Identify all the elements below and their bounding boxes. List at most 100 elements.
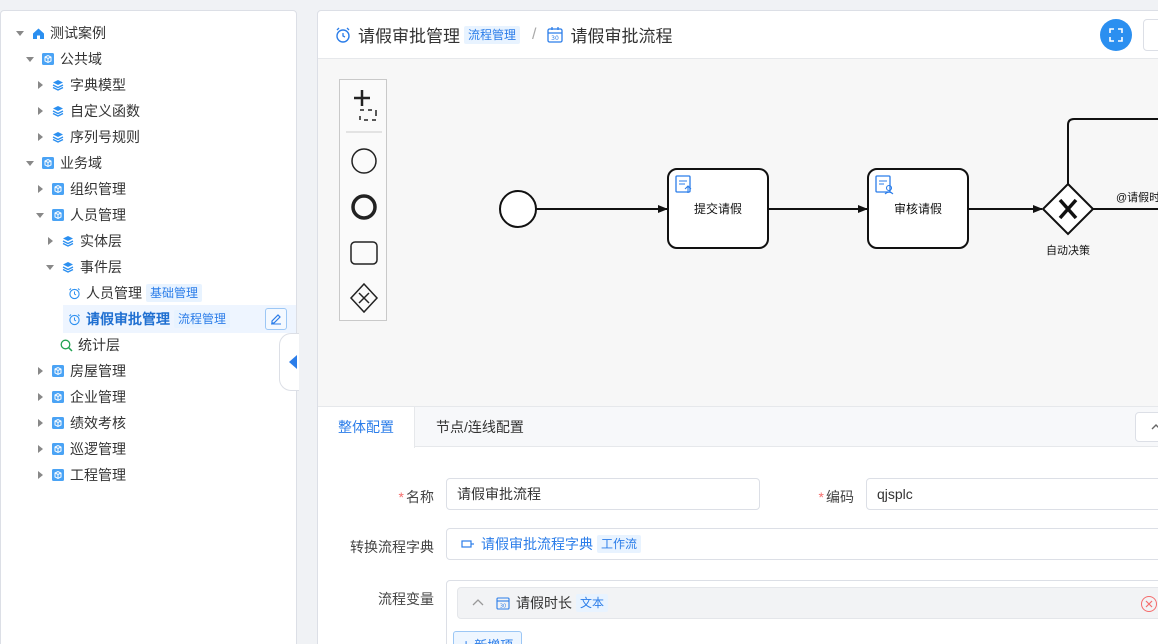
caret-down-icon[interactable]	[35, 210, 45, 220]
tree-item[interactable]: 人员管理 基础管理	[67, 280, 203, 306]
tree-item-label: 绩效考核	[70, 415, 126, 431]
start-event[interactable]	[499, 190, 537, 228]
cube-icon	[51, 416, 65, 430]
bpmn-canvas[interactable]: 提交请假 审核请假 自动决策 @请假时	[318, 59, 1158, 406]
caret-right-icon[interactable]	[35, 366, 45, 376]
caret-right-icon[interactable]	[35, 392, 45, 402]
caret-right-icon[interactable]	[35, 132, 45, 142]
cube-icon	[51, 182, 65, 196]
calendar-icon: 30	[547, 26, 564, 43]
tree-item[interactable]: 请假审批管理 流程管理	[67, 306, 231, 332]
collapse-panel-button[interactable]	[1135, 412, 1158, 442]
flow-condition-label: @请假时	[1116, 190, 1158, 204]
config-panel: 整体配置 节点/连线配置 *名称 *编码 转换流程字典 请假审批流程字典 工作流…	[318, 406, 1158, 644]
collapse-left-icon	[288, 355, 297, 369]
tree-item[interactable]: 工程管理	[35, 462, 126, 488]
edit-button[interactable]	[265, 308, 287, 330]
caret-right-icon[interactable]	[35, 444, 45, 454]
tree-item-label: 实体层	[80, 233, 122, 249]
exclusive-gateway[interactable]	[1041, 182, 1095, 236]
alarm-clock-icon	[336, 27, 350, 43]
dict-field[interactable]: 请假审批流程字典 工作流	[446, 528, 1158, 560]
tree-item-label: 房屋管理	[70, 363, 126, 379]
svg-text:30: 30	[500, 604, 506, 610]
tree-item[interactable]: 公共域	[25, 46, 102, 72]
tree-item-label: 工程管理	[70, 467, 126, 483]
cube-icon	[51, 364, 65, 378]
breadcrumb: 请假审批管理 流程管理 / 30 请假审批流程	[318, 11, 1158, 59]
header-action-button[interactable]	[1143, 19, 1158, 51]
tree-item[interactable]: 组织管理	[35, 176, 126, 202]
plus-icon: +	[462, 636, 471, 644]
caret-down-icon[interactable]	[15, 28, 25, 38]
search-chart-icon	[59, 338, 73, 352]
tree-item[interactable]: 字典模型	[35, 72, 126, 98]
sequence-flow-upper	[1067, 118, 1158, 184]
sidebar-collapse-handle[interactable]	[279, 333, 299, 391]
tree-item[interactable]: 事件层	[45, 254, 122, 280]
dict-link[interactable]: 请假审批流程字典	[481, 534, 593, 554]
name-input[interactable]	[446, 478, 760, 510]
name-label: * 名称	[398, 489, 434, 505]
tree-item-label: 人员管理	[70, 207, 126, 223]
tree-item-label: 企业管理	[70, 389, 126, 405]
cube-icon	[51, 468, 65, 482]
svg-text:30: 30	[552, 35, 560, 42]
code-label: * 编码	[818, 489, 854, 505]
remove-variable-icon[interactable]	[1141, 596, 1157, 612]
task-submit-leave[interactable]: 提交请假	[667, 168, 769, 249]
caret-right-icon[interactable]	[45, 236, 55, 246]
tree-item-label: 测试案例	[50, 25, 106, 41]
tree-item[interactable]: 测试案例	[15, 20, 106, 46]
variable-type-tag: 文本	[576, 594, 609, 612]
tree-item[interactable]: 房屋管理	[35, 358, 126, 384]
tree-item[interactable]: 巡逻管理	[35, 436, 126, 462]
tree-item[interactable]: 实体层	[45, 228, 122, 254]
layers-icon	[51, 104, 65, 118]
cube-icon	[41, 156, 55, 170]
project-tree-panel: 测试案例 公共域 字典模型 自定义函数 序列号规则 业务域 组织管理 人员管理 实体层 事件层 人员…	[0, 10, 297, 644]
caret-right-icon[interactable]	[35, 80, 45, 90]
title-tag: 流程管理	[464, 25, 521, 44]
dict-tag: 工作流	[597, 535, 642, 553]
tree-item-label: 人员管理	[86, 285, 142, 301]
tree-item[interactable]: 业务域	[25, 150, 102, 176]
tree-item[interactable]: 绩效考核	[35, 410, 126, 436]
code-input[interactable]	[866, 478, 1158, 510]
tree-item-label: 业务域	[60, 155, 102, 171]
add-variable-button[interactable]: + 新增项	[453, 631, 523, 644]
calendar-icon: 30	[496, 597, 510, 610]
tree-item-label: 序列号规则	[70, 129, 140, 145]
caret-down-icon[interactable]	[45, 262, 55, 272]
tree-item-label: 字典模型	[70, 77, 126, 93]
edit-icon	[271, 314, 281, 325]
tree-item-label: 自定义函数	[70, 103, 140, 119]
page-title: 请假审批管理	[358, 27, 460, 46]
tree-item[interactable]: 自定义函数	[35, 98, 140, 124]
cube-icon	[51, 442, 65, 456]
tree-item-tag: 基础管理	[146, 284, 203, 302]
caret-right-icon[interactable]	[35, 106, 45, 116]
task-review-leave[interactable]: 审核请假	[867, 168, 969, 249]
caret-right-icon[interactable]	[35, 470, 45, 480]
layers-icon	[51, 130, 65, 144]
tree-item[interactable]: 序列号规则	[35, 124, 140, 150]
tab-node-edge-config[interactable]: 节点/连线配置	[416, 407, 544, 447]
layers-icon	[61, 260, 75, 274]
tree-item[interactable]: 统计层	[59, 332, 120, 358]
variables-list: 30 请假时长 文本 + 新增项	[446, 580, 1158, 644]
tree-item[interactable]: 企业管理	[35, 384, 126, 410]
caret-down-icon[interactable]	[25, 158, 35, 168]
fullscreen-button[interactable]	[1100, 19, 1132, 51]
tree-item-label: 巡逻管理	[70, 441, 126, 457]
variable-item[interactable]: 30 请假时长 文本	[457, 587, 1158, 619]
tab-overall-config[interactable]: 整体配置	[318, 407, 415, 448]
caret-down-icon[interactable]	[25, 54, 35, 64]
caret-right-icon[interactable]	[35, 184, 45, 194]
caret-right-icon[interactable]	[35, 418, 45, 428]
cube-icon	[51, 208, 65, 222]
tree-item[interactable]: 人员管理	[35, 202, 126, 228]
vars-label: 流程变量	[378, 591, 434, 607]
dict-label: 转换流程字典	[350, 539, 434, 555]
tree-item-label: 事件层	[80, 259, 122, 275]
